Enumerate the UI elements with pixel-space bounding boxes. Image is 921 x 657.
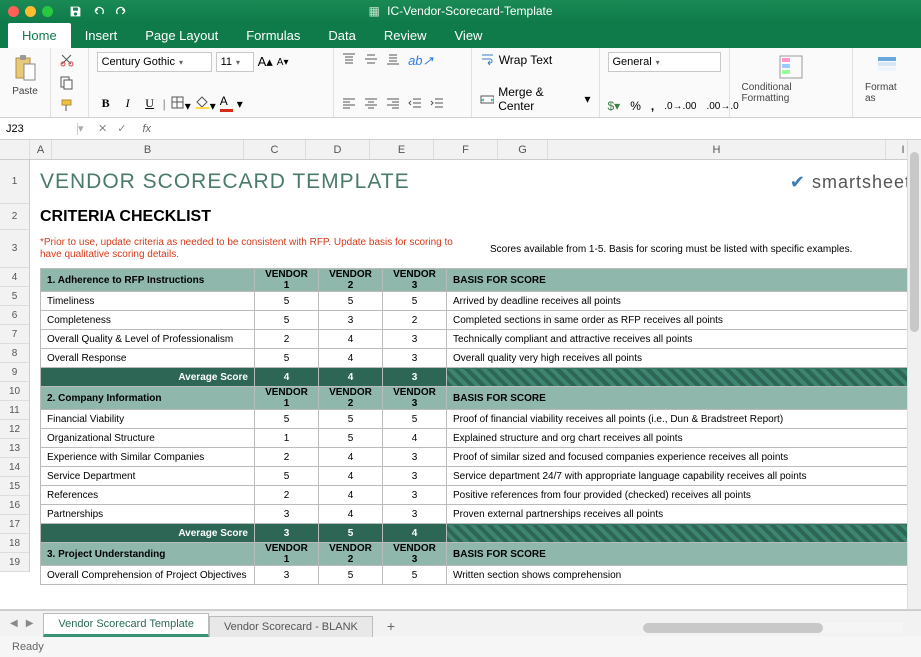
- tab-formulas[interactable]: Formulas: [232, 23, 314, 48]
- clipboard-group: Paste: [0, 48, 51, 117]
- conditional-formatting-button[interactable]: Conditional Formatting: [738, 52, 845, 106]
- name-box[interactable]: J23: [0, 123, 78, 135]
- tab-page-layout[interactable]: Page Layout: [131, 23, 232, 48]
- paste-button[interactable]: Paste: [8, 52, 42, 99]
- format-as-group: Format as: [853, 48, 921, 117]
- window-title: ▦ IC-Vendor-Scorecard-Template: [0, 4, 921, 18]
- mac-titlebar: ▦ IC-Vendor-Scorecard-Template: [0, 0, 921, 22]
- column-headers[interactable]: ABCDEFGHI: [0, 140, 921, 160]
- format-as-button[interactable]: Format as: [861, 52, 913, 106]
- sheet-nav-next-icon[interactable]: ▶: [26, 618, 34, 629]
- status-bar: Ready: [0, 636, 921, 657]
- decrease-indent-icon[interactable]: [408, 96, 422, 113]
- clipboard-small: [51, 48, 89, 117]
- font-color-button[interactable]: A: [220, 94, 233, 113]
- orientation-icon[interactable]: ab↗: [408, 53, 433, 69]
- formula-bar: J23 ▾ ✕ ✓ fx: [0, 118, 921, 140]
- align-bottom-icon[interactable]: [386, 52, 400, 69]
- sheet-tab-active[interactable]: Vendor Scorecard Template: [43, 613, 209, 637]
- currency-button[interactable]: $▾: [608, 99, 621, 113]
- add-sheet-button[interactable]: +: [381, 616, 401, 636]
- spreadsheet-grid[interactable]: ABCDEFGHI 12345678910111213141516171819 …: [0, 140, 921, 610]
- minimize-window-button[interactable]: [25, 6, 36, 17]
- tab-data[interactable]: Data: [314, 23, 369, 48]
- align-center-icon[interactable]: [364, 96, 378, 113]
- bold-button[interactable]: B: [97, 96, 115, 111]
- italic-button[interactable]: I: [119, 96, 137, 111]
- align-left-icon[interactable]: [342, 96, 356, 113]
- format-painter-icon[interactable]: [59, 98, 74, 113]
- number-group: General▾ $▾ % , .0→.00 .00→.0: [600, 48, 730, 117]
- merge-center-button[interactable]: Merge & Center ▾: [480, 85, 591, 113]
- comma-button[interactable]: ,: [651, 99, 654, 113]
- smartsheet-logo: ✔ smartsheet: [790, 172, 911, 193]
- font-name-combo[interactable]: Century Gothic▾: [97, 52, 212, 72]
- tab-insert[interactable]: Insert: [71, 23, 132, 48]
- status-text: Ready: [12, 641, 44, 653]
- tab-home[interactable]: Home: [8, 23, 71, 48]
- vertical-scrollbar[interactable]: [907, 140, 921, 609]
- cancel-formula-icon[interactable]: ✕: [98, 122, 107, 135]
- excel-file-icon: ▦: [368, 4, 379, 18]
- sheet-content: VENDOR SCORECARD TEMPLATE ✔ smartsheet C…: [30, 160, 921, 585]
- note-row: *Prior to use, update criteria as needed…: [40, 230, 911, 268]
- fx-label: fx: [136, 123, 151, 135]
- increase-font-icon[interactable]: A▴: [258, 54, 273, 70]
- percent-button[interactable]: %: [630, 99, 641, 113]
- row-headers[interactable]: 12345678910111213141516171819: [0, 160, 30, 572]
- align-middle-icon[interactable]: [364, 52, 378, 69]
- quick-access-toolbar: [69, 5, 128, 18]
- checkmark-icon: ✔: [790, 172, 806, 193]
- enter-formula-icon[interactable]: ✓: [117, 122, 126, 135]
- horizontal-scrollbar[interactable]: [643, 623, 903, 633]
- copy-icon[interactable]: [59, 75, 74, 90]
- close-window-button[interactable]: [8, 6, 19, 17]
- worksheet-tabs: ◀ ▶ Vendor Scorecard Template Vendor Sco…: [0, 610, 921, 636]
- fill-color-button[interactable]: ▾: [195, 95, 216, 113]
- note-black: Scores available from 1-5. Basis for sco…: [490, 244, 852, 255]
- underline-button[interactable]: U: [141, 96, 159, 111]
- sheet-tab-blank[interactable]: Vendor Scorecard - BLANK: [209, 616, 373, 637]
- increase-decimal-icon[interactable]: .0→.00: [664, 101, 696, 112]
- scorecard-table[interactable]: 1. Adherence to RFP InstructionsVENDOR 1…: [40, 268, 911, 585]
- sheet-nav-prev-icon[interactable]: ◀: [10, 618, 18, 629]
- increase-indent-icon[interactable]: [430, 96, 444, 113]
- alignment-group: ab↗: [334, 48, 472, 117]
- redo-icon[interactable]: [115, 5, 128, 18]
- cut-icon[interactable]: [59, 52, 74, 67]
- borders-button[interactable]: ▾: [170, 95, 191, 113]
- zoom-window-button[interactable]: [42, 6, 53, 17]
- number-format-combo[interactable]: General▾: [608, 52, 721, 72]
- page-title: VENDOR SCORECARD TEMPLATE: [40, 170, 410, 194]
- wrap-merge-group: Wrap Text Merge & Center ▾: [472, 48, 600, 117]
- font-group: Century Gothic▾ 11▾ A▴ A▾ B I U | ▾ ▾ A▾: [89, 48, 334, 117]
- align-top-icon[interactable]: [342, 52, 356, 69]
- undo-icon[interactable]: [92, 5, 105, 18]
- wrap-text-button[interactable]: Wrap Text: [480, 52, 591, 67]
- page-title-row: VENDOR SCORECARD TEMPLATE ✔ smartsheet: [40, 160, 911, 204]
- note-red: *Prior to use, update criteria as needed…: [40, 237, 460, 261]
- ribbon-tabs: Home Insert Page Layout Formulas Data Re…: [0, 22, 921, 48]
- decrease-font-icon[interactable]: A▾: [277, 57, 289, 68]
- align-right-icon[interactable]: [386, 96, 400, 113]
- criteria-checklist-heading: CRITERIA CHECKLIST: [40, 204, 911, 230]
- tab-review[interactable]: Review: [370, 23, 441, 48]
- styles-group: Conditional Formatting: [730, 48, 854, 117]
- save-icon[interactable]: [69, 5, 82, 18]
- tab-view[interactable]: View: [441, 23, 497, 48]
- traffic-lights: [0, 6, 53, 17]
- ribbon: Paste Century Gothic▾ 11▾ A▴ A▾ B I U | …: [0, 48, 921, 118]
- font-size-combo[interactable]: 11▾: [216, 52, 254, 72]
